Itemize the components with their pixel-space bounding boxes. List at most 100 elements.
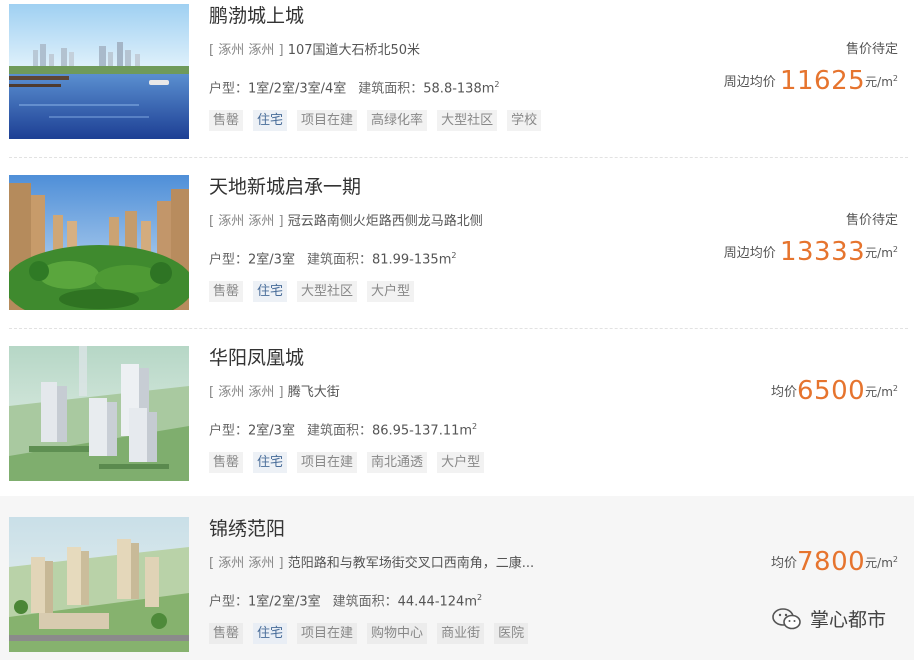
price-unit: 元/m [865,246,893,260]
tag: 项目在建 [297,452,358,473]
price-unit: 元/m [865,556,893,570]
listing-photo[interactable] [9,346,189,481]
wechat-icon [772,607,801,629]
area-sup: 2 [477,593,483,602]
area-label: 建筑面积： [306,252,372,268]
tag: 售罄 [209,281,244,302]
area-value: 86.95-137.11m [371,423,473,439]
tag: 住宅 [253,452,288,473]
tag: 售罄 [209,623,244,644]
listing-address-text: 107国道大石桥北50米 [287,43,421,58]
area-sup: 2 [472,422,478,431]
listing-price: 周边均价 11625元/m2 [724,66,898,96]
row-divider [9,157,908,158]
area-value: 58.8-138m [423,81,495,97]
listing-meta: 户型：2室/3室 建筑面积：81.99-135m2 [209,247,456,269]
area-label: 建筑面积： [306,423,372,439]
listing-address-text: 范阳路和与教军场街交叉口西南角，二康... [287,556,535,571]
lake-skyline-photo [9,4,189,139]
tag: 南北通透 [367,452,428,473]
tag: 医院 [494,623,529,644]
listing-tags: 售罄 住宅 项目在建 南北通透 大户型 [209,451,494,473]
listing-address: [ 涿州 涿州 ] 107国道大石桥北50米 [209,42,420,60]
listing-name[interactable]: 天地新城启承一期 [209,175,361,199]
price-label: 均价 [770,385,797,400]
tag: 大户型 [367,281,415,302]
price-label: 均价 [770,556,797,571]
price-value: 6500 [797,376,866,406]
listing-tags: 售罄 住宅 大型社区 大户型 [209,280,424,302]
listing-price: 周边均价 13333元/m2 [724,237,898,267]
wechat-watermark: 掌心都市 [772,605,886,632]
area-sup: 2 [451,251,457,260]
listing-price: 均价7800元/m2 [771,547,898,577]
price-value: 13333 [779,237,866,267]
tag: 学校 [507,110,542,131]
listing-item[interactable]: 天地新城启承一期 [ 涿州 涿州 ] 冠云路南侧火炬路西侧龙马路北侧 户型：2室… [0,171,914,329]
tag: 大型社区 [297,281,358,302]
price-unit-sup: 2 [892,384,898,393]
property-list: 鹏渤城上城 [ 涿州 涿州 ] 107国道大石桥北50米 户型：1室/2室/3室… [0,0,914,660]
listing-meta: 户型：1室/2室/3室/4室 建筑面积：58.8-138m2 [209,76,499,98]
price-label: 周边均价 [723,246,776,261]
listing-meta: 户型：2室/3室 建筑面积：86.95-137.11m2 [209,418,477,440]
tag: 住宅 [253,281,288,302]
tag: 购物中心 [367,623,428,644]
listing-tags: 售罄 住宅 项目在建 购物中心 商业街 医院 [209,622,538,644]
listing-location: [ 涿州 涿州 ] [209,43,284,58]
listing-item[interactable]: 锦绣范阳 [ 涿州 涿州 ] 范阳路和与教军场街交叉口西南角，二康... 户型：… [0,496,914,660]
price-unit: 元/m [865,75,893,89]
listing-address-text: 冠云路南侧火炬路西侧龙马路北侧 [287,214,483,229]
listing-location: [ 涿州 涿州 ] [209,556,284,571]
tag: 住宅 [253,110,288,131]
listing-item[interactable]: 鹏渤城上城 [ 涿州 涿州 ] 107国道大石桥北50米 户型：1室/2室/3室… [0,0,914,158]
tag: 住宅 [253,623,288,644]
listing-photo[interactable] [9,4,189,139]
price-value: 11625 [779,66,866,96]
aerial-towers-photo [9,346,189,481]
listing-location: [ 涿州 涿州 ] [209,385,284,400]
listing-price: 均价6500元/m2 [771,376,898,406]
area-value: 44.44-124m [397,594,477,610]
listing-address: [ 涿州 涿州 ] 范阳路和与教军场街交叉口西南角，二康... [209,555,534,573]
listing-photo[interactable] [9,517,189,652]
layout-label: 户型： [209,252,249,268]
area-sup: 2 [494,80,500,89]
tag: 商业街 [437,623,485,644]
listing-item[interactable]: 华阳凤凰城 [ 涿州 涿州 ] 腾飞大街 户型：2室/3室 建筑面积：86.95-… [0,342,914,500]
area-label: 建筑面积： [358,81,424,97]
price-unit-sup: 2 [892,555,898,564]
price-unit-sup: 2 [892,245,898,254]
residential-garden-photo [9,175,189,310]
tag: 售罄 [209,110,244,131]
aerial-community-photo [9,517,189,652]
tag: 高绿化率 [367,110,428,131]
listing-tags: 售罄 住宅 项目在建 高绿化率 大型社区 学校 [209,109,551,131]
price-unit: 元/m [865,385,893,399]
listing-location: [ 涿州 涿州 ] [209,214,284,229]
tag: 售罄 [209,452,244,473]
layout-label: 户型： [209,594,249,610]
listing-address: [ 涿州 涿州 ] 腾飞大街 [209,384,340,402]
layout-value: 1室/2室/3室 [248,594,321,610]
price-status: 售价待定 [845,42,898,57]
watermark-text: 掌心都市 [809,609,886,631]
area-value: 81.99-135m [371,252,452,268]
tag: 项目在建 [297,110,358,131]
price-value: 7800 [797,547,866,577]
price-label: 周边均价 [723,75,776,90]
tag: 大型社区 [437,110,498,131]
listing-name[interactable]: 鹏渤城上城 [209,4,304,28]
price-unit-sup: 2 [892,74,898,83]
layout-value: 1室/2室/3室/4室 [248,81,347,97]
listing-name[interactable]: 华阳凤凰城 [209,346,304,370]
layout-label: 户型： [209,423,249,439]
tag: 大户型 [437,452,485,473]
layout-value: 2室/3室 [248,252,295,268]
layout-label: 户型： [209,81,249,97]
listing-name[interactable]: 锦绣范阳 [209,517,285,541]
layout-value: 2室/3室 [248,423,295,439]
tag: 项目在建 [297,623,358,644]
price-status: 售价待定 [845,213,898,228]
listing-photo[interactable] [9,175,189,310]
